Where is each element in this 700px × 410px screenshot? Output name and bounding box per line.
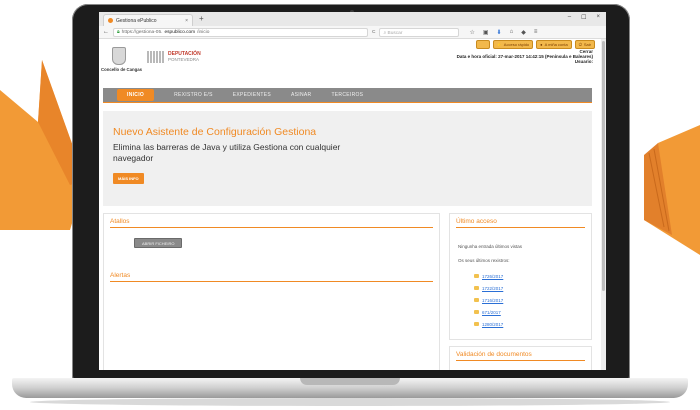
folder-icon <box>474 298 479 302</box>
laptop-notch <box>300 378 400 385</box>
home-icon[interactable]: ⌂ <box>510 29 514 36</box>
star-icon[interactable]: ☆ <box>469 29 474 36</box>
record-link[interactable]: 1716/2017 <box>482 298 503 303</box>
banner-text: Elimina las barreras de Java y utiliza G… <box>113 142 341 163</box>
site-header: Concello de Cangas DEPUTACIÓN PONTEVEDRA… <box>99 39 601 89</box>
window-controls: – ☐ × <box>568 14 600 21</box>
record-link[interactable]: 1280/2017 <box>482 322 503 327</box>
stage: Gestiona ePublico × + – ☐ × ← 🔒︎ https:/… <box>0 0 700 410</box>
user-label: Usuario: <box>574 59 593 64</box>
reload-icon[interactable]: C <box>372 30 375 35</box>
logout-button[interactable]: ⏻ Sair <box>574 40 595 49</box>
crest-logo <box>112 47 126 65</box>
atallos-divider <box>110 227 433 228</box>
deputacion-line2: PONTEVEDRA <box>168 57 200 62</box>
open-file-button[interactable]: ABRIR FICHEIRO <box>134 238 183 248</box>
promo-banner: Nuevo Asistente de Configuración Gestion… <box>103 111 592 206</box>
list-item[interactable]: 1280/2017 <box>474 318 503 330</box>
official-datetime: Data e hora oficial: 27-mar-2017 14:42:1… <box>456 54 593 59</box>
deputacion-logo: DEPUTACIÓN PONTEVEDRA <box>147 51 201 63</box>
favicon-icon <box>108 18 113 23</box>
scroll-thumb[interactable] <box>602 41 605 291</box>
validation-title: Validación de documentos <box>456 351 532 358</box>
nav-terceiros[interactable]: TERCEIROS <box>331 92 363 98</box>
url-field[interactable]: 🔒︎ https://gestiona-05. espublico.com/ini… <box>113 27 368 37</box>
url-domain: espublico.com <box>164 29 196 35</box>
list-item[interactable]: 1716/2017 <box>474 294 503 306</box>
banner-title: Nuevo Asistente de Configuración Gestion… <box>113 126 317 138</box>
close-window-button[interactable]: × <box>596 14 600 21</box>
laptop-screen: Gestiona ePublico × + – ☐ × ← 🔒︎ https:/… <box>99 12 606 370</box>
nav-expedientes[interactable]: EXPEDIENTES <box>233 92 271 98</box>
list-item[interactable]: 1726/2017 <box>474 270 503 282</box>
search-input[interactable]: ⌕ Buscar <box>379 27 460 37</box>
more-info-button[interactable]: MÁIS INFO <box>113 173 144 184</box>
url-path: /inicio <box>197 29 210 35</box>
address-bar-row: ← 🔒︎ https://gestiona-05. espublico.com/i… <box>99 26 606 39</box>
bookmark-icon[interactable]: ▣ <box>483 29 489 36</box>
validation-divider <box>456 360 585 361</box>
tab-title: Gestiona ePublico <box>116 17 157 24</box>
web-page: Concello de Cangas DEPUTACIÓN PONTEVEDRA… <box>99 39 601 370</box>
shield-icon[interactable]: ◆ <box>521 29 526 36</box>
folder-icon <box>474 322 479 326</box>
browser-tab[interactable]: Gestiona ePublico × <box>103 14 193 26</box>
atallos-title: Atallos <box>110 218 130 225</box>
last-access-title: Último acceso <box>456 218 497 225</box>
recent-records-list: 1726/2017 1722/2017 1716/2017 671/2017 1… <box>474 270 503 330</box>
nav-underline <box>103 102 592 103</box>
menu-icon[interactable]: ≡ <box>534 29 538 36</box>
lightning-icon: ⚡ <box>496 42 502 47</box>
alertas-divider <box>110 281 433 282</box>
record-link[interactable]: 671/2017 <box>482 310 501 315</box>
back-icon[interactable]: ← <box>103 29 109 35</box>
list-item[interactable]: 671/2017 <box>474 306 503 318</box>
browser-tabbar: Gestiona ePublico × + – ☐ × <box>99 12 606 26</box>
record-link[interactable]: 1726/2017 <box>482 274 503 279</box>
last-access-panel: Último acceso Ningunha entrada últimos v… <box>449 213 592 340</box>
tab-close-icon[interactable]: × <box>185 18 188 24</box>
crest-label: Concello de Cangas <box>101 67 143 72</box>
orange-box-right-decoration <box>644 125 700 255</box>
recent-records-label: Os seus últimos rexistros: <box>458 258 510 263</box>
nav-rexistro[interactable]: REXISTRO E/S <box>174 92 213 98</box>
download-icon[interactable]: ⬇ <box>497 29 502 36</box>
folder-icon <box>474 286 479 290</box>
laptop-shadow <box>30 398 670 406</box>
shortcuts-panel: Atallos ABRIR FICHEIRO Alertas <box>103 213 440 370</box>
lock-icon: 🔒︎ <box>117 29 120 35</box>
maximize-button[interactable]: ☐ <box>581 14 586 21</box>
nav-inicio[interactable]: INICIO <box>117 89 155 101</box>
logout-icon: ⏻ <box>578 42 582 47</box>
minimize-button[interactable]: – <box>568 14 571 21</box>
url-prefix: https://gestiona-05. <box>121 29 163 35</box>
logout-label: Sair <box>583 42 591 47</box>
my-account-label: A miña conta <box>544 42 568 47</box>
header-icon-button[interactable] <box>475 40 490 49</box>
list-item[interactable]: 1722/2017 <box>474 282 503 294</box>
quick-access-button[interactable]: ⚡ Acceso rápido <box>492 40 534 49</box>
folder-icon <box>474 310 479 314</box>
no-entries-text: Ningunha entrada últimos vistas <box>458 244 523 249</box>
user-icon: ● <box>540 42 543 47</box>
alertas-title: Alertas <box>110 272 131 279</box>
document-validation-panel: Validación de documentos <box>449 346 592 370</box>
nav-asinar[interactable]: ASINAR <box>291 92 311 98</box>
browser-toolbar-icons: ☆ ▣ ⬇ ⌂ ◆ ≡ <box>469 29 537 36</box>
quick-access-label: Acceso rápido <box>503 42 530 47</box>
folder-icon <box>474 274 479 278</box>
page-scrollbar[interactable] <box>601 39 606 370</box>
new-tab-button[interactable]: + <box>199 14 204 24</box>
main-navbar: INICIO REXISTRO E/S EXPEDIENTES ASINAR T… <box>103 88 592 102</box>
my-account-button[interactable]: ● A miña conta <box>536 40 572 49</box>
record-link[interactable]: 1722/2017 <box>482 286 503 291</box>
search-placeholder: Buscar <box>387 30 403 36</box>
header-info: Cerrar Data e hora oficial: 27-mar-2017 … <box>457 49 593 64</box>
last-access-divider <box>456 227 585 228</box>
search-icon: ⌕ <box>383 30 387 36</box>
alerts-section: Alertas <box>104 268 439 282</box>
deputacion-mark <box>147 51 165 63</box>
deputacion-text: DEPUTACIÓN PONTEVEDRA <box>168 52 201 63</box>
header-buttons: ⚡ Acceso rápido ● A miña conta ⏻ Sair <box>475 40 595 49</box>
